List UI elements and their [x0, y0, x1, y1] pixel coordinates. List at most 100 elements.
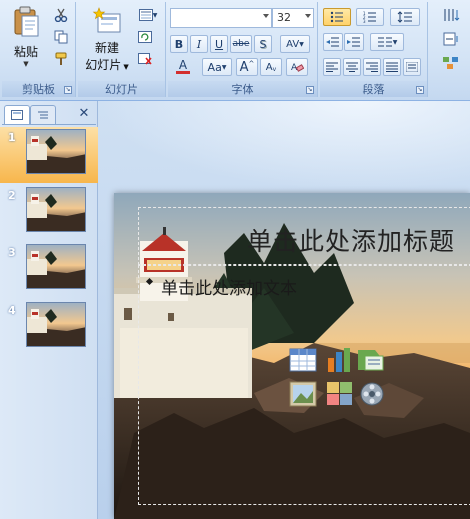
increase-indent-button[interactable] [344, 33, 364, 51]
copy-button[interactable] [52, 28, 70, 46]
slide-thumbnail-row[interactable]: 4 [0, 300, 98, 356]
slide-thumbnail[interactable] [26, 244, 86, 289]
delete-slide-button[interactable] [136, 50, 154, 68]
new-slide-label-line1: 新建 [94, 41, 119, 55]
layout-button[interactable]: ▼ [136, 6, 160, 24]
font-dialog-launcher[interactable]: ↘ [306, 86, 314, 94]
increase-indent-icon [347, 37, 360, 47]
columns-button[interactable]: ▼ [370, 33, 404, 51]
strikethrough-button[interactable]: abe [230, 35, 252, 53]
eraser-icon: A [291, 63, 304, 73]
slide-thumbnail[interactable] [26, 187, 86, 232]
slide-number: 3 [8, 246, 16, 259]
columns-dropdown-arrow: ▼ [392, 38, 398, 46]
shrink-font-label: A [265, 61, 273, 73]
close-pane-button[interactable]: ✕ [76, 106, 92, 122]
numbering-button[interactable]: 123 [356, 8, 384, 26]
ribbon: 粘贴 ▼ 剪贴板 ↘ 新建 幻灯片 ▼ ▼ 幻灯片 32 B I U abe S… [0, 0, 470, 101]
clipboard-group: 粘贴 ▼ 剪贴板 ↘ [2, 2, 76, 97]
align-right-button[interactable] [363, 58, 381, 76]
scissors-icon [54, 8, 68, 22]
font-color-button[interactable]: A [170, 58, 196, 76]
bullets-button[interactable] [323, 8, 351, 26]
format-painter-button[interactable] [52, 50, 70, 68]
clear-formatting-button[interactable]: A [286, 58, 308, 76]
paste-button[interactable]: 粘贴 ▼ [8, 6, 44, 68]
numbering-icon: 123 [363, 11, 376, 23]
slide-canvas[interactable]: 单击此处添加标题 单击此处添加文本 [114, 193, 470, 519]
title-placeholder[interactable]: 单击此处添加标题 [138, 207, 470, 265]
new-slide-label-line2: 幻灯片 ▼ [82, 56, 132, 73]
shrink-font-button[interactable]: Av [260, 58, 282, 76]
decrease-indent-icon [326, 37, 339, 47]
insert-chart-icon[interactable] [325, 346, 355, 374]
format-painter-icon [55, 52, 67, 65]
justify-button[interactable] [383, 58, 401, 76]
slides-group: 新建 幻灯片 ▼ ▼ 幻灯片 [78, 2, 166, 97]
slide-thumbnail[interactable] [26, 129, 86, 174]
bold-button[interactable]: B [170, 35, 188, 53]
strikethrough-label: abe [232, 39, 250, 49]
new-slide-icon [92, 7, 121, 33]
font-size-box[interactable]: 32 [272, 8, 314, 28]
svg-text:3: 3 [363, 19, 366, 23]
tab-outline[interactable] [30, 105, 56, 124]
slide-thumbnail-row[interactable]: 2 [0, 185, 98, 241]
change-case-button[interactable]: Aa ▼ [202, 58, 232, 76]
smartart-icon [443, 57, 458, 69]
shrink-font-arrow: v [272, 65, 277, 73]
text-direction-button[interactable] [436, 6, 466, 24]
new-slide-dropdown-arrow[interactable]: ▼ [121, 63, 128, 71]
italic-button[interactable]: I [190, 35, 208, 53]
font-color-bar [176, 71, 190, 74]
reset-icon [138, 31, 152, 43]
underline-button[interactable]: U [210, 35, 228, 53]
character-spacing-button[interactable]: AV ▼ [280, 35, 310, 53]
font-name-box[interactable] [170, 8, 272, 28]
new-slide-button[interactable]: 新建 幻灯片 ▼ [82, 6, 132, 73]
slides-tab-icon [11, 110, 23, 120]
reset-button[interactable] [136, 28, 154, 46]
insert-table-icon[interactable] [289, 346, 319, 374]
decrease-indent-button[interactable] [323, 33, 343, 51]
slide-number: 2 [8, 189, 16, 202]
slides-group-label: 幻灯片 [78, 81, 165, 97]
bold-label: B [174, 37, 184, 51]
grow-font-button[interactable]: A ^ [236, 58, 258, 76]
slide-thumbnail-row[interactable]: 1 [0, 127, 98, 183]
insert-clipart-icon[interactable] [325, 380, 355, 408]
insert-media-icon[interactable] [357, 380, 387, 408]
outline-tab-icon [38, 111, 48, 119]
justify-icon [386, 62, 398, 72]
title-placeholder-text: 单击此处添加标题 [246, 227, 455, 256]
slide-thumbnail-row[interactable]: 3 [0, 242, 98, 298]
character-spacing-label: AV [286, 38, 300, 50]
new-slide-label: 幻灯片 [85, 58, 122, 72]
convert-smartart-button[interactable] [436, 54, 466, 72]
insert-smartart-icon[interactable] [357, 346, 387, 374]
editarea-glow [98, 101, 470, 191]
align-left-button[interactable] [323, 58, 341, 76]
clipboard-dialog-launcher[interactable]: ↘ [64, 86, 72, 94]
insert-picture-icon[interactable] [289, 380, 319, 408]
font-size-dropdown-arrow[interactable] [305, 14, 311, 18]
paste-dropdown-arrow[interactable]: ▼ [8, 60, 44, 68]
align-text-button[interactable] [436, 30, 466, 48]
font-name-dropdown-arrow[interactable] [263, 14, 269, 18]
grow-font-label: A [239, 59, 249, 75]
tab-slides[interactable] [4, 105, 30, 124]
distributed-button[interactable] [403, 58, 421, 76]
align-center-button[interactable] [343, 58, 361, 76]
paragraph-group-label: 段落 [320, 81, 427, 97]
change-case-label: Aa [207, 60, 222, 74]
delete-slide-icon [138, 53, 152, 65]
align-center-icon [346, 62, 358, 72]
align-text-icon [443, 32, 458, 46]
slide-thumbnail[interactable] [26, 302, 86, 347]
shadow-button[interactable]: S [254, 35, 272, 53]
line-spacing-button[interactable] [390, 8, 420, 26]
content-placeholder[interactable]: 单击此处添加文本 [138, 265, 470, 505]
paragraph-dialog-launcher[interactable]: ↘ [416, 86, 424, 94]
cut-button[interactable] [52, 6, 70, 24]
font-color-icon: A [178, 58, 188, 72]
